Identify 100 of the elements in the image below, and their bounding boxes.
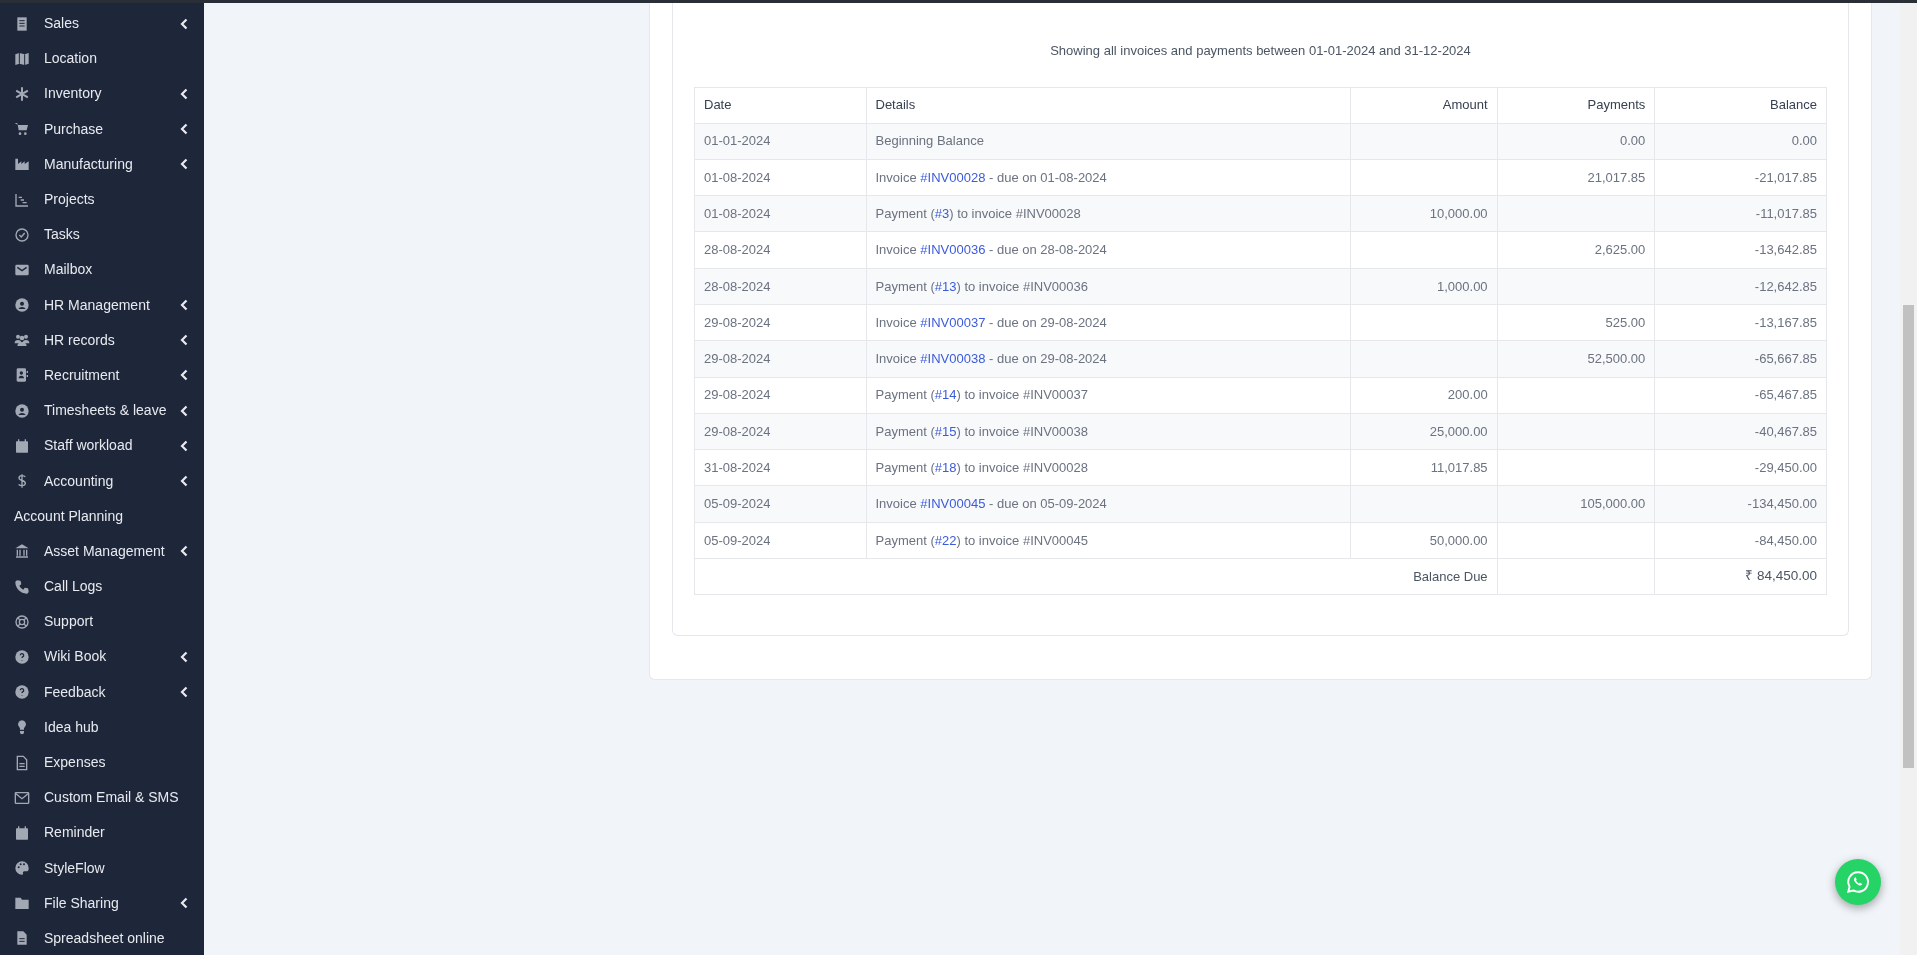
sidebar-item[interactable]: Feedback <box>0 674 204 710</box>
details-text: Invoice #INV00045 - due on 05-09-2024 <box>875 496 1107 512</box>
balance-value: -65,467.85 <box>1754 387 1817 403</box>
document-link[interactable]: #18 <box>934 460 957 476</box>
users-icon <box>14 332 30 349</box>
date-cell: 01-08-2024 <box>694 195 866 232</box>
question-circle-icon <box>14 648 30 665</box>
details-text: Payment (#14) to invoice #INV00037 <box>875 387 1088 403</box>
balance-value: -13,167.85 <box>1754 314 1817 330</box>
palette-icon <box>14 860 30 877</box>
sidebar-item[interactable]: Staff workload <box>0 428 204 464</box>
document-link[interactable]: #INV00037 <box>920 314 986 330</box>
date-cell: 29-08-2024 <box>694 304 866 341</box>
phone-icon <box>14 578 30 595</box>
sidebar-item[interactable]: Reminder <box>0 815 204 851</box>
sidebar-item[interactable]: Inventory <box>0 76 204 112</box>
sidebar-item[interactable]: Support <box>0 604 204 640</box>
cart-icon <box>14 121 30 138</box>
date-cell: 05-09-2024 <box>694 522 866 559</box>
document-icon <box>14 930 30 947</box>
chat-phone-icon <box>1845 869 1871 895</box>
sidebar-item[interactable]: Spreadsheet online <box>0 920 204 955</box>
date-cell: 29-08-2024 <box>694 340 866 378</box>
document-link[interactable]: #15 <box>934 423 957 439</box>
details-text: Payment (#15) to invoice #INV00038 <box>875 423 1088 439</box>
column-header: Balance <box>1654 87 1827 123</box>
date-cell: 01-01-2024 <box>694 123 866 160</box>
sidebar-item[interactable]: Tasks <box>0 217 204 253</box>
amount-value: 200.00 <box>1447 387 1488 403</box>
sidebar-item[interactable]: Accounting <box>0 463 204 499</box>
document-link[interactable]: #INV00036 <box>920 242 986 258</box>
document-link[interactable]: #13 <box>934 278 957 294</box>
envelope-icon <box>14 789 30 806</box>
payments-value: 2,625.00 <box>1594 242 1646 258</box>
document-link[interactable]: #INV00038 <box>920 351 986 367</box>
document-link[interactable]: #INV00045 <box>920 496 986 512</box>
details-text: Invoice #INV00038 - due on 29-08-2024 <box>875 351 1107 367</box>
sidebar-item[interactable]: Recruitment <box>0 357 204 394</box>
payments-value: 525.00 <box>1605 314 1646 330</box>
details-text: Invoice #INV00028 - due on 01-08-2024 <box>875 169 1107 185</box>
sidebar-item[interactable]: Account Planning <box>0 498 204 534</box>
details-text: Invoice #INV00037 - due on 29-08-2024 <box>875 314 1107 330</box>
sidebar-item[interactable]: Location <box>0 41 204 77</box>
document-link[interactable]: #22 <box>934 532 957 548</box>
date-cell: 05-09-2024 <box>694 485 866 523</box>
sidebar-item[interactable]: Expenses <box>0 744 204 781</box>
snowflake-icon <box>14 85 30 102</box>
sidebar-item[interactable]: Timesheets & leave <box>0 393 204 429</box>
balance-value: -29,450.00 <box>1754 460 1817 476</box>
scrollbar-thumb[interactable] <box>1903 305 1914 768</box>
column-header: Date <box>694 87 866 123</box>
sidebar-item[interactable]: Mailbox <box>0 252 204 288</box>
balance-value: -65,667.85 <box>1754 351 1817 367</box>
column-header: Payments <box>1497 87 1655 123</box>
sidebar-item[interactable]: Manufacturing <box>0 146 204 182</box>
sidebar-item[interactable]: Sales <box>0 6 204 42</box>
amount-value: 25,000.00 <box>1429 423 1488 439</box>
check-circle-icon <box>14 226 30 243</box>
chat-button[interactable] <box>1835 859 1881 905</box>
date-cell: 31-08-2024 <box>694 449 866 486</box>
payments-value: 52,500.00 <box>1587 351 1646 367</box>
bank-icon <box>14 543 30 560</box>
column-header: Details <box>866 87 1351 123</box>
document-icon <box>14 754 30 771</box>
details-text: Invoice #INV00036 - due on 28-08-2024 <box>875 242 1107 258</box>
document-link[interactable]: #INV00028 <box>920 169 986 185</box>
date-cell: 28-08-2024 <box>694 268 866 305</box>
details-text: Payment (#3) to invoice #INV00028 <box>875 206 1081 221</box>
id-card-icon <box>14 367 30 384</box>
sidebar-item[interactable]: Idea hub <box>0 709 204 745</box>
balance-due-value: ₹ 84,450.00 <box>1745 568 1817 584</box>
amount-value: 10,000.00 <box>1429 206 1488 221</box>
sidebar-item[interactable]: Custom Email & SMS <box>0 780 204 816</box>
sidebar-item[interactable]: StyleFlow <box>0 850 204 886</box>
sidebar-item[interactable]: Projects <box>0 181 204 218</box>
sidebar-item[interactable]: Purchase <box>0 111 204 147</box>
details-text: Payment (#18) to invoice #INV00028 <box>875 460 1088 476</box>
user-circle-icon <box>14 297 30 314</box>
calendar-icon <box>14 437 30 454</box>
map-icon <box>14 50 30 67</box>
sidebar-item[interactable]: Call Logs <box>0 569 204 605</box>
question-circle-icon <box>14 684 30 701</box>
date-cell: 01-08-2024 <box>694 159 866 196</box>
date-cell: 29-08-2024 <box>694 377 866 414</box>
statement-caption: Showing all invoices and payments between 01-01-2024 and 31-12-2024 <box>1049 42 1472 60</box>
balance-value: -12,642.85 <box>1754 278 1817 294</box>
balance-due-label: Balance Due <box>1413 568 1488 584</box>
amount-value: 11,017.85 <box>1430 460 1488 476</box>
details-text: Payment (#22) to invoice #INV00045 <box>875 532 1088 548</box>
sidebar-item[interactable]: Asset Management <box>0 533 204 569</box>
sidebar-item[interactable]: HR records <box>0 322 204 358</box>
sidebar-item[interactable]: File Sharing <box>0 885 204 921</box>
lifebuoy-icon <box>14 613 30 630</box>
payments-value: 21,017.85 <box>1587 169 1646 185</box>
sidebar-item[interactable]: Wiki Book <box>0 639 204 675</box>
sidebar-item[interactable]: HR Management <box>0 287 204 323</box>
balance-value: 0.00 <box>1791 133 1817 149</box>
balance-value: -40,467.85 <box>1754 423 1817 439</box>
document-link[interactable]: #14 <box>934 387 957 403</box>
document-link[interactable]: #3 <box>934 206 950 221</box>
